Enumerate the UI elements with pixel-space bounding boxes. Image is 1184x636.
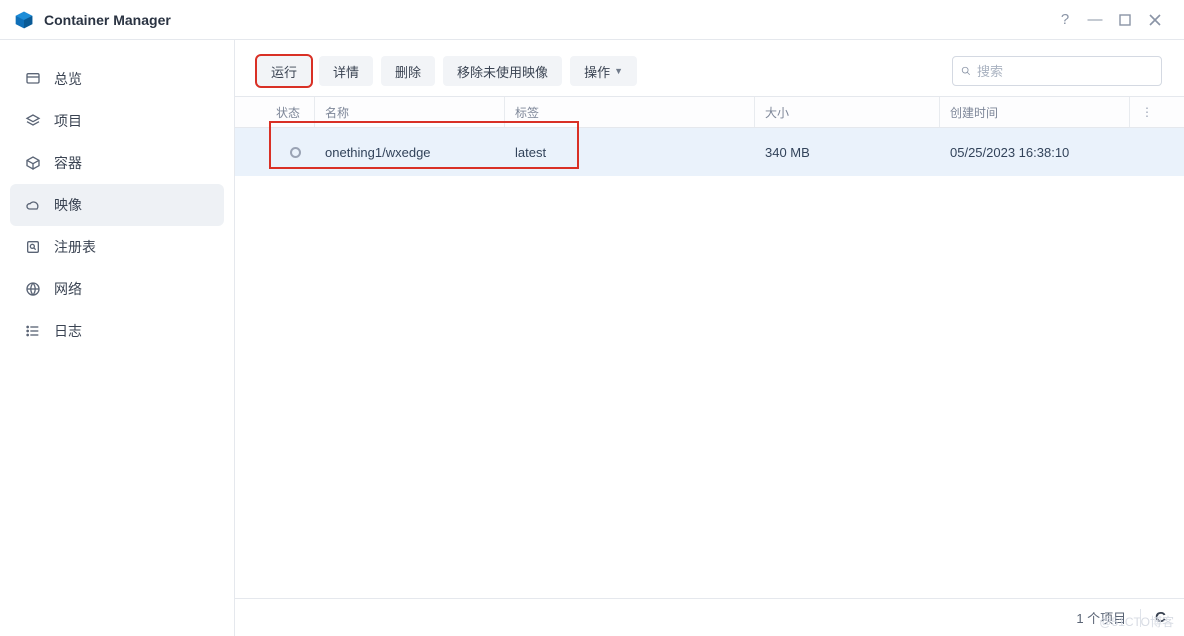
item-count: 1 个项目 xyxy=(1076,608,1126,627)
column-name[interactable]: 名称 xyxy=(315,97,505,127)
cell-name: onething1/wxedge xyxy=(315,145,505,160)
table-row[interactable]: onething1/wxedge latest 340 MB 05/25/202… xyxy=(235,128,1184,176)
sidebar-item-label: 映像 xyxy=(54,195,82,215)
app-icon xyxy=(14,10,34,30)
prune-button[interactable]: 移除未使用映像 xyxy=(443,56,562,86)
sidebar-item-containers[interactable]: 容器 xyxy=(0,142,234,184)
status-indicator-icon xyxy=(290,147,301,158)
sidebar-item-projects[interactable]: 项目 xyxy=(0,100,234,142)
run-button[interactable]: 运行 xyxy=(257,56,311,86)
search-box[interactable] xyxy=(952,56,1162,86)
globe-icon xyxy=(24,280,42,298)
column-time[interactable]: 创建时间 xyxy=(940,97,1130,127)
search-input[interactable] xyxy=(977,64,1153,79)
column-options[interactable]: ⋮ xyxy=(1130,97,1154,127)
titlebar: Container Manager ? — xyxy=(0,0,1184,40)
cube-icon xyxy=(24,154,42,172)
sidebar-item-registry[interactable]: 注册表 xyxy=(0,226,234,268)
chevron-down-icon: ▼ xyxy=(614,66,623,76)
sidebar-item-label: 总览 xyxy=(54,69,82,89)
cell-size: 340 MB xyxy=(755,145,940,160)
main-panel: 运行 详情 删除 移除未使用映像 操作 ▼ 状态 名称 标签 大小 创建时间 ⋮ xyxy=(235,40,1184,636)
delete-button[interactable]: 删除 xyxy=(381,56,435,86)
sidebar-item-logs[interactable]: 日志 xyxy=(0,310,234,352)
sidebar-item-network[interactable]: 网络 xyxy=(0,268,234,310)
registry-icon xyxy=(24,238,42,256)
sidebar-item-label: 日志 xyxy=(54,321,82,341)
cell-status xyxy=(235,147,315,158)
sidebar-item-label: 容器 xyxy=(54,153,82,173)
refresh-button[interactable]: C xyxy=(1155,609,1166,626)
column-tag[interactable]: 标签 xyxy=(505,97,755,127)
sidebar-item-label: 网络 xyxy=(54,279,82,299)
sidebar: 总览 项目 容器 映像 注册表 网络 日志 xyxy=(0,40,235,636)
sidebar-item-label: 注册表 xyxy=(54,237,96,257)
minimize-button[interactable]: — xyxy=(1080,5,1110,35)
cell-time: 05/25/2023 16:38:10 xyxy=(940,145,1130,160)
table-header: 状态 名称 标签 大小 创建时间 ⋮ xyxy=(235,96,1184,128)
sidebar-item-label: 项目 xyxy=(54,111,82,131)
action-label: 操作 xyxy=(584,62,610,81)
search-icon xyxy=(961,64,971,78)
cell-tag: latest xyxy=(505,145,755,160)
cloud-icon xyxy=(24,196,42,214)
maximize-button[interactable] xyxy=(1110,5,1140,35)
status-bar: 1 个项目 C xyxy=(235,598,1184,636)
toolbar: 运行 详情 删除 移除未使用映像 操作 ▼ xyxy=(235,40,1184,96)
close-button[interactable] xyxy=(1140,5,1170,35)
list-icon xyxy=(24,322,42,340)
sidebar-item-images[interactable]: 映像 xyxy=(10,184,224,226)
column-size[interactable]: 大小 xyxy=(755,97,940,127)
table-body: onething1/wxedge latest 340 MB 05/25/202… xyxy=(235,128,1184,598)
app-title: Container Manager xyxy=(44,12,171,28)
detail-button[interactable]: 详情 xyxy=(319,56,373,86)
sidebar-item-overview[interactable]: 总览 xyxy=(0,58,234,100)
column-status[interactable]: 状态 xyxy=(235,97,315,127)
layers-icon xyxy=(24,112,42,130)
dashboard-icon xyxy=(24,70,42,88)
divider xyxy=(1140,609,1141,627)
action-dropdown[interactable]: 操作 ▼ xyxy=(570,56,637,86)
help-button[interactable]: ? xyxy=(1050,5,1080,35)
